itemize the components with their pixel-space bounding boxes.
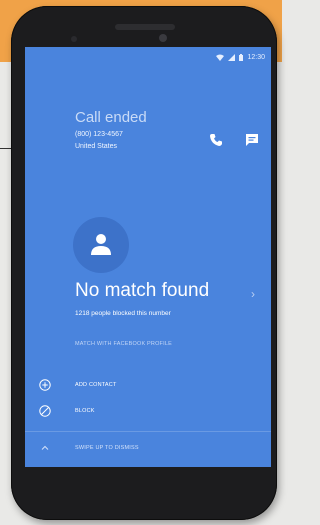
signal-icon — [228, 53, 236, 61]
caller-country: United States — [75, 143, 118, 150]
facebook-match-link[interactable]: MATCH WITH FACEBOOK PROFILE — [75, 341, 172, 347]
blocked-count-text: 1218 people blocked this number — [75, 310, 171, 317]
status-bar: 12:30 — [216, 51, 265, 63]
divider — [25, 431, 271, 432]
battery-icon — [239, 53, 244, 61]
message-icon — [246, 134, 258, 146]
swipe-dismiss-label: SWIPE UP TO DISMISS — [75, 445, 139, 451]
add-circle-icon — [39, 379, 51, 391]
block-icon — [39, 405, 51, 417]
status-time: 12:30 — [247, 53, 265, 61]
phone-icon — [210, 134, 222, 146]
caller-number: (800) 123-4567 — [75, 131, 123, 138]
caller-name[interactable]: No match found — [75, 280, 209, 302]
add-contact-button[interactable]: ADD CONTACT — [25, 374, 271, 398]
call-back-button[interactable] — [208, 132, 224, 148]
add-contact-label: ADD CONTACT — [75, 382, 117, 388]
message-button[interactable] — [244, 132, 260, 148]
front-camera — [159, 34, 167, 42]
chevron-right-icon[interactable]: › — [251, 287, 255, 301]
wifi-icon — [216, 54, 225, 61]
call-status: Call ended — [75, 109, 147, 126]
block-label: BLOCK — [75, 408, 95, 414]
chevron-up-icon — [41, 445, 49, 450]
earpiece-speaker — [115, 24, 175, 30]
swipe-dismiss-handle[interactable]: SWIPE UP TO DISMISS — [25, 437, 271, 461]
avatar — [73, 217, 129, 273]
person-icon — [91, 234, 111, 255]
block-button[interactable]: BLOCK — [25, 400, 271, 424]
call-screen: 12:30 Call ended (800) 123-4567 United S… — [25, 47, 271, 467]
proximity-sensor — [71, 36, 77, 42]
